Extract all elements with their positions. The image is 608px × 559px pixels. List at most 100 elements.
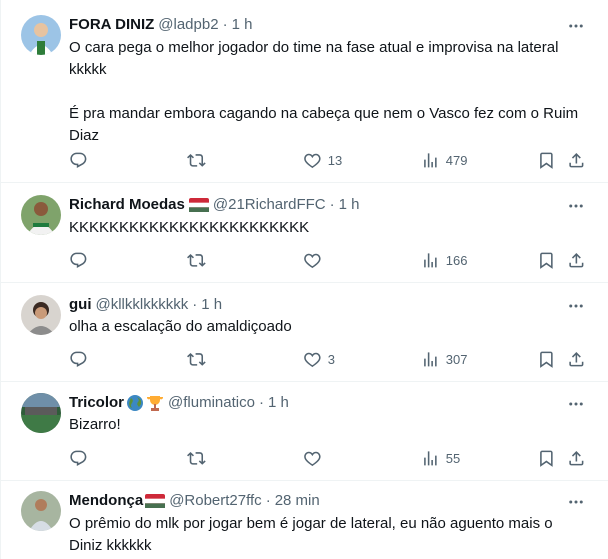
tweet[interactable]: FORA DINIZ @ladpb2 · 1 h O cara pega o m… xyxy=(1,0,608,183)
timestamp[interactable]: 28 min xyxy=(275,491,320,511)
user-handle[interactable]: @21RichardFFC xyxy=(213,195,326,215)
reply-button[interactable] xyxy=(69,150,88,170)
reply-button[interactable] xyxy=(69,250,88,270)
reply-button[interactable] xyxy=(69,349,88,369)
tweet-actions: 166 xyxy=(69,250,589,270)
views-button[interactable]: 166 xyxy=(421,250,467,270)
trophy-emoji-icon xyxy=(146,394,164,412)
separator-dot: · xyxy=(329,196,335,213)
tweet-text: O cara pega o melhor jogador do time na … xyxy=(69,39,579,144)
retweet-icon xyxy=(187,253,206,267)
bookmark-icon xyxy=(540,351,553,368)
avatar-image xyxy=(21,295,61,335)
more-dots-icon xyxy=(569,24,583,28)
retweet-button[interactable] xyxy=(187,150,206,170)
tweet[interactable]: gui @kllkklkkkkkk · 1 h olha a escalação… xyxy=(1,283,608,382)
share-icon xyxy=(569,252,584,268)
tweet-actions: 3 307 xyxy=(69,349,589,369)
tweet-text: KKKKKKKKKKKKKKKKKKKKKKKK xyxy=(69,219,310,236)
more-options-button[interactable] xyxy=(566,196,586,216)
bookmark-button[interactable] xyxy=(537,448,556,468)
heart-icon xyxy=(304,352,321,367)
like-button[interactable] xyxy=(303,448,328,468)
avatar[interactable] xyxy=(21,491,61,531)
avatar[interactable] xyxy=(21,393,61,433)
like-button[interactable]: 3 xyxy=(303,349,335,369)
retweet-button[interactable] xyxy=(187,448,206,468)
tweet-header: Richard Moedas @21RichardFFC · 1 h xyxy=(69,195,360,215)
more-dots-icon xyxy=(569,402,583,406)
like-count: 3 xyxy=(327,351,335,367)
avatar-image xyxy=(21,15,61,55)
avatar[interactable] xyxy=(21,295,61,335)
views-chart-icon xyxy=(424,252,437,268)
tweet-header: FORA DINIZ @ladpb2 · 1 h xyxy=(69,15,252,35)
separator-dot: · xyxy=(258,394,264,411)
tweet[interactable]: Richard Moedas @21RichardFFC · 1 h KKKKK… xyxy=(1,183,608,283)
bookmark-button[interactable] xyxy=(537,150,556,170)
separator-dot: · xyxy=(192,296,198,313)
retweet-icon xyxy=(187,352,206,366)
tweet-actions: 13 479 xyxy=(69,150,589,170)
views-button[interactable]: 479 xyxy=(421,150,467,170)
more-dots-icon xyxy=(569,500,583,504)
bookmark-button[interactable] xyxy=(537,349,556,369)
heart-icon xyxy=(304,451,321,466)
retweet-button[interactable] xyxy=(187,250,206,270)
like-count: 13 xyxy=(327,152,343,168)
share-button[interactable] xyxy=(567,150,586,170)
timestamp[interactable]: 1 h xyxy=(232,15,253,35)
view-count: 55 xyxy=(445,450,461,466)
timestamp[interactable]: 1 h xyxy=(268,393,289,413)
user-handle[interactable]: @fluminatico xyxy=(168,393,255,413)
more-options-button[interactable] xyxy=(566,394,586,414)
display-name[interactable]: Tricolor xyxy=(69,393,124,413)
display-name[interactable]: Richard Moedas xyxy=(69,195,185,215)
user-handle[interactable]: @kllkklkkkkkk xyxy=(96,295,189,315)
bookmark-button[interactable] xyxy=(537,250,556,270)
more-options-button[interactable] xyxy=(566,16,586,36)
tweet-header: Tricolor @fluminatico · 1 h xyxy=(69,393,289,413)
retweet-button[interactable] xyxy=(187,349,206,369)
hungary-flag-icon xyxy=(188,198,209,212)
retweet-icon xyxy=(187,451,206,465)
timestamp[interactable]: 1 h xyxy=(339,195,360,215)
display-name[interactable]: Mendonça xyxy=(69,491,143,511)
reply-icon xyxy=(70,152,87,168)
tweet-text: Bizarro! xyxy=(69,416,121,433)
views-button[interactable]: 55 xyxy=(421,448,460,468)
view-count: 166 xyxy=(445,252,468,268)
bookmark-icon xyxy=(540,152,553,169)
timestamp[interactable]: 1 h xyxy=(201,295,222,315)
more-options-button[interactable] xyxy=(566,492,586,512)
separator-dot: · xyxy=(222,16,228,33)
view-count: 307 xyxy=(445,351,468,367)
share-button[interactable] xyxy=(567,349,586,369)
avatar[interactable] xyxy=(21,195,61,235)
share-icon xyxy=(569,152,584,168)
share-icon xyxy=(569,351,584,367)
share-button[interactable] xyxy=(567,250,586,270)
more-options-button[interactable] xyxy=(566,296,586,316)
avatar[interactable] xyxy=(21,15,61,55)
tweet[interactable]: Tricolor @fluminatico · 1 h Bizarro! 55 xyxy=(1,382,608,481)
like-button[interactable] xyxy=(303,250,328,270)
reply-icon xyxy=(70,351,87,367)
tweet-actions: 55 xyxy=(69,448,589,468)
globe-emoji-icon xyxy=(126,394,144,412)
tweet[interactable]: Mendonça @Robert27ffc · 28 min O prêmio … xyxy=(1,481,608,559)
views-button[interactable]: 307 xyxy=(421,349,467,369)
view-count: 479 xyxy=(445,152,468,168)
share-button[interactable] xyxy=(567,448,586,468)
avatar-image xyxy=(21,195,61,235)
more-dots-icon xyxy=(569,204,583,208)
user-handle[interactable]: @ladpb2 xyxy=(158,15,218,35)
reply-button[interactable] xyxy=(69,448,88,468)
retweet-icon xyxy=(187,153,206,167)
display-name[interactable]: FORA DINIZ xyxy=(69,15,154,35)
heart-icon xyxy=(304,253,321,268)
display-name[interactable]: gui xyxy=(69,295,92,315)
tweet-header: Mendonça @Robert27ffc · 28 min xyxy=(69,491,320,511)
user-handle[interactable]: @Robert27ffc xyxy=(169,491,262,511)
like-button[interactable]: 13 xyxy=(303,150,342,170)
